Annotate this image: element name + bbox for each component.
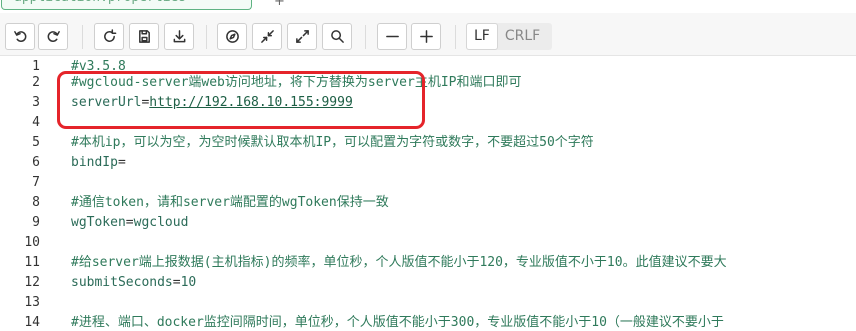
line-text: submitSeconds=10 xyxy=(71,273,196,293)
line-number: 12 xyxy=(24,275,40,290)
expand-icon xyxy=(295,30,309,43)
undo-button[interactable] xyxy=(5,23,35,50)
toolbar-separator xyxy=(455,25,456,49)
toolbar-separator xyxy=(82,25,83,49)
redo-icon xyxy=(47,31,60,42)
compass-icon xyxy=(225,30,239,43)
editor-toolbar: LF CRLF xyxy=(0,13,856,56)
file-tab[interactable]: application.properties xyxy=(1,0,252,10)
plus-icon xyxy=(419,30,433,43)
redo-button[interactable] xyxy=(38,23,68,50)
search-icon xyxy=(330,30,344,43)
save-icon xyxy=(138,30,150,43)
code-line: 8 #通信token，请和server端配置的wgToken保持一致 xyxy=(0,193,856,213)
line-text: #进程、端口、docker监控间隔时间，单位秒，个人版值不能小于300，专业版值… xyxy=(71,315,724,330)
collapse-button[interactable] xyxy=(252,23,282,50)
code-line: 10 xyxy=(0,233,856,253)
equals-sign: = xyxy=(125,215,134,230)
property-key: wgToken xyxy=(71,215,126,230)
code-line: 12 submitSeconds=10 xyxy=(0,273,856,293)
equals-sign: = xyxy=(117,155,126,170)
line-number: 8 xyxy=(32,195,40,210)
download-button[interactable] xyxy=(164,23,194,50)
undo-icon xyxy=(13,31,26,42)
code-line: 14 #进程、端口、docker监控间隔时间，单位秒，个人版值不能小于300，专… xyxy=(0,313,856,331)
toolbar-separator xyxy=(365,25,366,49)
code-line: 5 #本机ip，可以为空，为空时候默认取本机IP，可以配置为字符或数字，不要超过… xyxy=(0,133,856,153)
line-number: 7 xyxy=(32,175,40,190)
eol-crlf-option[interactable]: CRLF xyxy=(498,23,547,50)
code-line: 9 wgToken=wgcloud xyxy=(0,213,856,233)
line-number: 14 xyxy=(24,315,40,330)
equals-sign: = xyxy=(172,275,181,290)
collapse-icon xyxy=(260,30,274,43)
zoom-in-button[interactable] xyxy=(411,23,441,50)
line-number: 6 xyxy=(32,155,40,170)
tab-strip: application.properties + xyxy=(0,0,856,13)
property-value: wgcloud xyxy=(133,215,189,230)
code-line: 6 bindIp= xyxy=(0,153,856,173)
property-key: submitSeconds xyxy=(71,275,173,290)
compass-button[interactable] xyxy=(217,23,247,50)
code-editor[interactable]: 1 #v3.5.8 2 #wgcloud-server端web访问地址，将下方替… xyxy=(0,57,856,331)
code-line: 11 #给server端上报数据(主机指标)的频率，单位秒，个人版值不能小于12… xyxy=(0,253,856,273)
line-text: wgToken=wgcloud xyxy=(71,213,188,233)
property-key: bindIp xyxy=(71,155,118,170)
zoom-out-button[interactable] xyxy=(377,23,407,50)
download-icon xyxy=(173,30,185,43)
line-text: #给server端上报数据(主机指标)的频率，单位秒，个人版值不能小于120，专… xyxy=(71,255,727,270)
line-text: #本机ip，可以为空，为空时候默认取本机IP，可以配置为字符或数字，不要超过50… xyxy=(71,135,594,150)
line-text: #通信token，请和server端配置的wgToken保持一致 xyxy=(71,195,389,210)
save-button[interactable] xyxy=(129,23,159,50)
toolbar-separator xyxy=(206,25,207,49)
minus-icon xyxy=(385,35,399,38)
line-number: 2 xyxy=(32,75,40,90)
refresh-button[interactable] xyxy=(94,23,124,50)
line-number: 4 xyxy=(32,115,40,130)
code-line: 7 xyxy=(0,173,856,193)
eol-lf-option[interactable]: LF xyxy=(466,23,498,50)
line-number: 5 xyxy=(32,135,40,150)
line-text: bindIp= xyxy=(71,153,126,173)
highlight-annotation xyxy=(57,71,425,129)
expand-button[interactable] xyxy=(287,23,317,50)
refresh-icon xyxy=(103,29,116,42)
line-ending-toggle: LF CRLF xyxy=(466,23,552,50)
line-number: 13 xyxy=(24,295,40,310)
search-button[interactable] xyxy=(322,23,352,50)
property-value: 10 xyxy=(180,275,197,290)
new-tab-button[interactable]: + xyxy=(274,0,285,8)
line-number: 10 xyxy=(24,235,40,250)
line-number: 9 xyxy=(32,215,40,230)
line-number: 3 xyxy=(32,95,40,110)
line-number: 11 xyxy=(24,255,40,270)
code-line: 13 xyxy=(0,293,856,313)
